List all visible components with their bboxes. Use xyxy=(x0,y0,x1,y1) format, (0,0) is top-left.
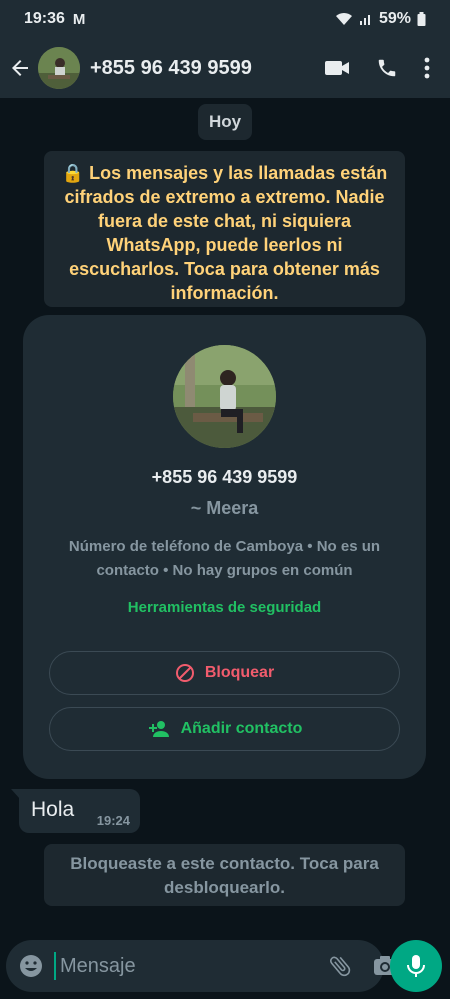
emoji-button[interactable] xyxy=(18,953,44,979)
contact-card: +855 96 439 9599 ~ Meera Número de teléf… xyxy=(23,315,426,779)
add-contact-label: Añadir contacto xyxy=(180,720,303,737)
contact-avatar[interactable] xyxy=(173,345,276,448)
video-call-button[interactable] xyxy=(324,58,350,78)
wifi-icon xyxy=(335,12,352,25)
avatar[interactable] xyxy=(38,47,80,89)
message-time: 19:24 xyxy=(96,813,130,828)
back-button[interactable] xyxy=(8,56,32,80)
gmail-icon: M xyxy=(72,10,86,28)
block-button[interactable]: Bloquear xyxy=(49,651,400,695)
contact-avatar-photo xyxy=(173,345,276,448)
microphone-icon xyxy=(407,955,425,977)
video-call-icon xyxy=(325,61,349,75)
back-arrow-icon xyxy=(12,60,28,76)
block-icon xyxy=(175,664,194,682)
security-tools-link[interactable]: Herramientas de seguridad xyxy=(23,599,426,616)
blocked-notice[interactable]: Bloqueaste a este contacto. Toca para de… xyxy=(44,844,405,906)
date-chip: Hoy xyxy=(198,104,252,140)
block-button-label: Bloquear xyxy=(204,664,275,681)
voice-call-button[interactable] xyxy=(376,57,398,79)
paperclip-icon xyxy=(329,956,351,977)
contact-phone: +855 96 439 9599 xyxy=(151,467,298,487)
emoji-icon xyxy=(20,955,42,977)
message-text: Hola xyxy=(31,798,75,821)
message-composer xyxy=(6,940,396,992)
chat-title[interactable]: +855 96 439 9599 xyxy=(90,57,324,80)
more-options-button[interactable] xyxy=(424,57,430,79)
status-bar: 19:36 M 59% xyxy=(0,0,450,38)
contact-name: ~ Meera xyxy=(190,498,259,518)
incoming-message[interactable]: Hola 19:24 xyxy=(19,789,140,833)
avatar-photo xyxy=(38,47,80,89)
more-vert-icon xyxy=(424,57,430,79)
attach-button[interactable] xyxy=(327,953,353,979)
status-time: 19:36 xyxy=(24,10,65,27)
contact-info: Número de teléfono de Camboya • No es un… xyxy=(68,538,381,579)
add-person-icon xyxy=(148,721,169,737)
battery-icon xyxy=(417,12,426,26)
signal-icon xyxy=(359,15,370,25)
battery-percent: 59% xyxy=(378,10,411,27)
voice-message-button[interactable] xyxy=(390,940,442,992)
message-input[interactable] xyxy=(54,952,327,980)
phone-icon xyxy=(378,59,396,77)
encryption-notice[interactable]: 🔒 Los mensajes y las llamadas están cifr… xyxy=(44,151,405,307)
app-bar: +855 96 439 9599 xyxy=(0,38,450,98)
add-contact-button[interactable]: Añadir contacto xyxy=(49,707,400,751)
